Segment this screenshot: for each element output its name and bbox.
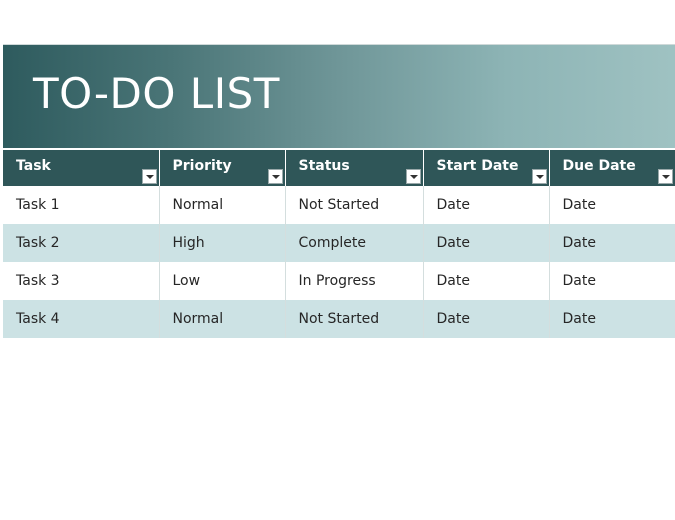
table-row: Task 1 Normal Not Started Date Date <box>3 186 675 224</box>
cell-priority[interactable]: Low <box>159 262 286 300</box>
cell-priority[interactable]: High <box>159 224 286 262</box>
cell-task[interactable]: Task 1 <box>3 186 160 224</box>
column-header-start-date[interactable]: Start Date <box>423 150 550 186</box>
cell-due-date[interactable]: Date <box>549 186 675 224</box>
todo-table: Task Priority Status Start Date Due Date <box>3 150 675 338</box>
filter-dropdown-icon[interactable] <box>267 169 283 184</box>
table-row: Task 2 High Complete Date Date <box>3 224 675 262</box>
column-header-task[interactable]: Task <box>3 150 160 186</box>
cell-start-date[interactable]: Date <box>423 300 550 338</box>
filter-dropdown-icon[interactable] <box>141 169 157 184</box>
column-header-label: Task <box>16 158 51 174</box>
column-header-label: Status <box>298 158 350 174</box>
cell-status[interactable]: Not Started <box>285 186 424 224</box>
cell-status[interactable]: Complete <box>285 224 424 262</box>
cell-start-date[interactable]: Date <box>423 186 550 224</box>
cell-priority[interactable]: Normal <box>159 300 286 338</box>
table-row: Task 3 Low In Progress Date Date <box>3 262 675 300</box>
title-banner: TO-DO LIST <box>3 44 675 148</box>
column-header-due-date[interactable]: Due Date <box>549 150 675 186</box>
cell-due-date[interactable]: Date <box>549 224 675 262</box>
filter-dropdown-icon[interactable] <box>405 169 421 184</box>
column-header-label: Priority <box>172 158 232 174</box>
cell-task[interactable]: Task 4 <box>3 300 160 338</box>
column-header-label: Start Date <box>436 158 519 174</box>
cell-start-date[interactable]: Date <box>423 262 550 300</box>
cell-due-date[interactable]: Date <box>549 300 675 338</box>
cell-priority[interactable]: Normal <box>159 186 286 224</box>
cell-status[interactable]: Not Started <box>285 300 424 338</box>
page-title[interactable]: TO-DO LIST <box>33 73 280 115</box>
cell-task[interactable]: Task 3 <box>3 262 160 300</box>
column-header-label: Due Date <box>562 158 636 174</box>
column-header-priority[interactable]: Priority <box>159 150 286 186</box>
cell-task[interactable]: Task 2 <box>3 224 160 262</box>
table-row: Task 4 Normal Not Started Date Date <box>3 300 675 338</box>
worksheet: TO-DO LIST Task Priority Status Start Da… <box>0 0 675 520</box>
column-header-status[interactable]: Status <box>285 150 424 186</box>
filter-dropdown-icon[interactable] <box>531 169 547 184</box>
cell-start-date[interactable]: Date <box>423 224 550 262</box>
cell-due-date[interactable]: Date <box>549 262 675 300</box>
cell-status[interactable]: In Progress <box>285 262 424 300</box>
filter-dropdown-icon[interactable] <box>658 169 673 184</box>
header-row: Task Priority Status Start Date Due Date <box>3 150 675 186</box>
